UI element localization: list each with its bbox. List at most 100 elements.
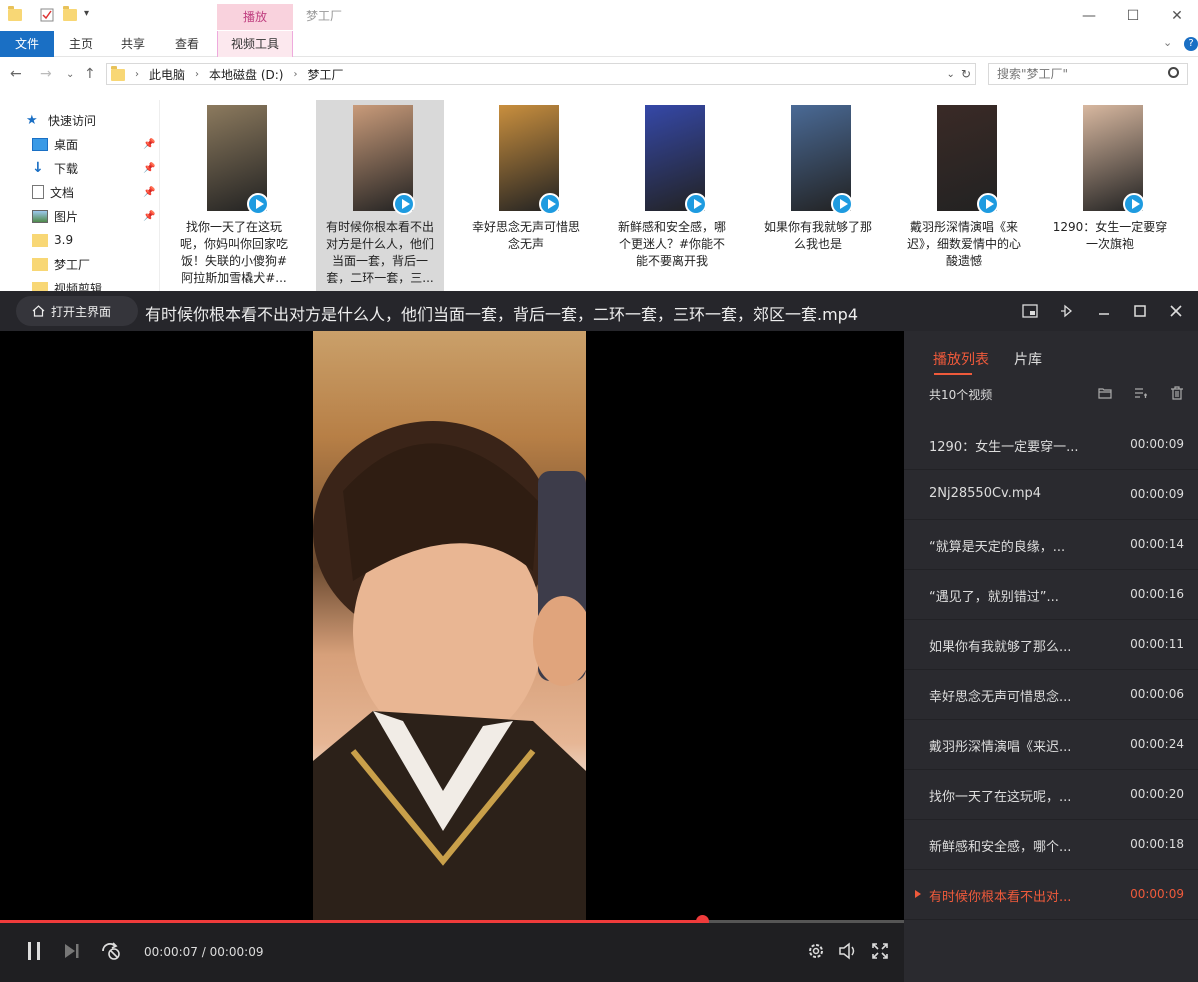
- pause-button[interactable]: [24, 939, 44, 963]
- playlist-item-duration: 00:00:09: [1130, 487, 1184, 501]
- help-icon[interactable]: ?: [1184, 37, 1198, 51]
- address-bar[interactable]: › 此电脑 › 本地磁盘 (D:) › 梦工厂 ⌄ ↻: [106, 63, 976, 85]
- player-title-bar: 打开主界面 有时候你根本看不出对方是什么人，他们当面一套，背后一套，二环一套，三…: [0, 291, 1198, 331]
- document-icon: [32, 185, 44, 199]
- playlist-item[interactable]: 戴羽彤深情演唱《来迟... 00:00:24: [904, 720, 1198, 770]
- sidebar-item-label: 图片: [54, 209, 79, 224]
- sidebar-item-folder-3-9[interactable]: 3.9: [0, 228, 160, 252]
- add-to-playlist-button[interactable]: [1134, 385, 1148, 399]
- navigation-pane: ★ 快速访问 桌面 📌 ↓ 下载 📌 文档 📌 图片 📌 3.9 梦工厂 视频剪…: [0, 100, 160, 300]
- back-icon[interactable]: ←: [10, 66, 22, 82]
- playlist-item[interactable]: 幸好思念无声可惜思念... 00:00:06: [904, 670, 1198, 720]
- breadcrumb-this-pc[interactable]: 此电脑: [149, 66, 185, 83]
- video-title: 有时候你根本看不出对方是什么人，他们当面一套，背后一套，二环一套，三环一套，郊区…: [145, 305, 859, 324]
- search-input[interactable]: 搜索"梦工厂": [988, 63, 1188, 85]
- close-icon[interactable]: ✕: [1154, 2, 1198, 30]
- sidebar-item-quick-access[interactable]: ★ 快速访问: [0, 108, 160, 132]
- chevron-right-icon: ›: [293, 68, 298, 80]
- tab-video-tools[interactable]: 视频工具: [217, 31, 293, 57]
- expand-ribbon-icon[interactable]: ⌄: [1163, 36, 1172, 49]
- tab-playlist[interactable]: 播放列表: [933, 349, 989, 369]
- recent-locations-icon[interactable]: ⌄: [66, 69, 74, 80]
- volume-button[interactable]: [838, 939, 858, 963]
- tab-share[interactable]: 共享: [110, 31, 156, 57]
- close-icon[interactable]: [1164, 299, 1188, 323]
- file-explorer-window: ▾ 播放 梦工厂 — ☐ ✕ 文件 主页 共享 查看 视频工具 ⌄ ? ← → …: [0, 0, 1198, 300]
- up-icon[interactable]: ↑: [84, 66, 96, 82]
- customize-dropdown-icon[interactable]: ▾: [84, 8, 98, 22]
- file-tile[interactable]: 新鲜感和安全感，哪个更迷人？#你能不能不要离开我: [608, 100, 736, 300]
- minimize-icon[interactable]: —: [1066, 2, 1112, 30]
- file-grid: 找你一天了在这玩呢，你妈叫你回家吃饭！失联的小傻狗#阿拉斯加雪橇犬#... 有时候…: [170, 100, 1198, 300]
- playlist-item-duration: 00:00:20: [1130, 787, 1184, 801]
- new-folder-icon[interactable]: [63, 6, 77, 22]
- playlist-item[interactable]: 如果你有我就够了那么... 00:00:11: [904, 620, 1198, 670]
- pin-icon: 📌: [143, 138, 156, 150]
- picture-icon: [32, 209, 48, 223]
- add-list-icon: [1135, 388, 1147, 398]
- forward-icon[interactable]: →: [40, 66, 52, 82]
- file-name: 新鲜感和安全感，哪个更迷人？#你能不能不要离开我: [617, 220, 726, 268]
- tab-home[interactable]: 主页: [58, 31, 104, 57]
- fullscreen-button[interactable]: [870, 939, 890, 963]
- sidebar-item-label: 快速访问: [48, 113, 97, 128]
- sidebar-item-dream-factory[interactable]: 梦工厂: [0, 252, 160, 276]
- loop-mode-button[interactable]: [99, 939, 123, 963]
- file-tile[interactable]: 找你一天了在这玩呢，你妈叫你回家吃饭！失联的小傻狗#阿拉斯加雪橇犬#...: [170, 100, 298, 300]
- file-tile[interactable]: 如果你有我就够了那么我也是: [754, 100, 882, 300]
- breadcrumb-drive-d[interactable]: 本地磁盘 (D:): [209, 66, 283, 83]
- folder-icon: [32, 257, 48, 271]
- file-name: 幸好思念无声可惜思念无声: [471, 220, 580, 251]
- file-tile[interactable]: 幸好思念无声可惜思念无声: [462, 100, 590, 300]
- address-dropdown-icon[interactable]: ⌄: [947, 69, 955, 80]
- folder-icon[interactable]: [8, 6, 22, 22]
- playlist-item[interactable]: 1290：女生一定要穿一... 00:00:09: [904, 420, 1198, 470]
- ribbon-tabs: 文件 主页 共享 查看 视频工具: [0, 31, 1198, 57]
- settings-button[interactable]: [806, 939, 826, 963]
- fullscreen-icon: [872, 943, 888, 959]
- volume-icon: [839, 942, 855, 960]
- playlist-item-duration: 00:00:11: [1130, 637, 1184, 651]
- refresh-icon[interactable]: ↻: [961, 67, 971, 81]
- playlist-item[interactable]: 有时候你根本看不出对... 00:00:09: [904, 870, 1198, 920]
- sidebar-item-downloads[interactable]: ↓ 下载 📌: [0, 156, 160, 180]
- tab-file[interactable]: 文件: [0, 31, 54, 57]
- open-folder-button[interactable]: [1098, 385, 1112, 399]
- pin-icon: 📌: [143, 186, 156, 198]
- tab-view[interactable]: 查看: [164, 31, 210, 57]
- playlist-item-name: 2Nj28550Cv.mp4: [929, 486, 1042, 501]
- mini-mode-icon[interactable]: [1018, 299, 1042, 323]
- playlist-item-duration: 00:00:09: [1130, 887, 1184, 901]
- player-app-icon: [393, 193, 415, 215]
- pin-on-top-icon[interactable]: [1054, 299, 1078, 323]
- next-button[interactable]: [62, 939, 82, 963]
- playlist-item[interactable]: “就算是天定的良缘，... 00:00:14: [904, 520, 1198, 570]
- playlist-item[interactable]: 找你一天了在这玩呢，... 00:00:20: [904, 770, 1198, 820]
- file-name: 1290：女生一定要穿一次旗袍: [1052, 220, 1168, 251]
- delete-button[interactable]: [1170, 385, 1184, 400]
- properties-icon[interactable]: [40, 8, 54, 22]
- sidebar-item-pictures[interactable]: 图片 📌: [0, 204, 160, 228]
- context-tab-play[interactable]: 播放: [217, 4, 293, 30]
- now-playing-icon: [915, 890, 921, 898]
- search-placeholder: 搜索"梦工厂": [997, 67, 1069, 81]
- file-tile[interactable]: 有时候你根本看不出对方是什么人，他们当面一套，背后一套，二环一套，三...: [316, 100, 444, 300]
- sidebar-item-desktop[interactable]: 桌面 📌: [0, 132, 160, 156]
- file-tile[interactable]: 1290：女生一定要穿一次旗袍: [1046, 100, 1174, 300]
- maximize-icon[interactable]: [1128, 299, 1152, 323]
- playlist-item[interactable]: “遇见了，就别错过”... 00:00:16: [904, 570, 1198, 620]
- player-app-icon: [539, 193, 561, 215]
- player-app-icon: [977, 193, 999, 215]
- maximize-icon[interactable]: ☐: [1110, 2, 1156, 30]
- video-canvas[interactable]: [0, 331, 904, 920]
- breadcrumb-folder[interactable]: 梦工厂: [307, 66, 343, 83]
- playlist-item-name: 有时候你根本看不出对...: [929, 890, 1072, 905]
- file-tile[interactable]: 戴羽彤深情演唱《来迟》，细数爱情中的心酸遗憾: [900, 100, 1028, 300]
- minimize-icon[interactable]: [1092, 299, 1116, 323]
- folder-icon: [111, 66, 125, 81]
- playlist-item[interactable]: 新鲜感和安全感，哪个... 00:00:18: [904, 820, 1198, 870]
- open-main-ui-button[interactable]: 打开主界面: [16, 296, 138, 326]
- tab-library[interactable]: 片库: [1014, 349, 1042, 369]
- sidebar-item-documents[interactable]: 文档 📌: [0, 180, 160, 204]
- playlist-item[interactable]: 2Nj28550Cv.mp4 00:00:09: [904, 470, 1198, 520]
